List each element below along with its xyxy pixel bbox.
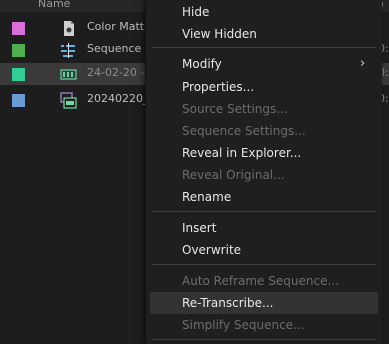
- menu-item-insert[interactable]: Insert: [150, 217, 378, 239]
- video-clip-icon: [60, 92, 77, 109]
- menu-item-reveal-in-explorer[interactable]: Reveal in Explorer...: [150, 142, 378, 164]
- project-item-name: 20240220_: [87, 92, 149, 105]
- project-item-name: 24-02-20 -: [87, 66, 145, 79]
- menu-item-reveal-original[interactable]: Reveal Original...: [150, 164, 378, 186]
- menu-item-modify[interactable]: Modify ›: [150, 53, 378, 75]
- menu-separator: [152, 211, 376, 212]
- chevron-right-icon: ›: [360, 56, 366, 71]
- menu-item-re-transcribe[interactable]: Re-Transcribe...: [150, 292, 378, 314]
- project-item-name: Color Matte: [87, 20, 151, 33]
- label-color-swatch[interactable]: [12, 94, 25, 107]
- label-color-swatch[interactable]: [12, 68, 25, 81]
- sequence-icon: [60, 42, 77, 59]
- color-matte-icon: [60, 20, 77, 37]
- menu-separator: [152, 264, 376, 265]
- project-item-name: Sequence 0: [87, 42, 152, 55]
- menu-item-auto-reframe-sequence[interactable]: Auto Reframe Sequence...: [150, 270, 378, 292]
- sequence-icon: [60, 66, 77, 83]
- name-column-header[interactable]: Name: [38, 0, 70, 10]
- label-color-swatch[interactable]: [12, 22, 25, 35]
- menu-item-rename[interactable]: Rename: [150, 186, 378, 208]
- menu-item-view-hidden[interactable]: View Hidden: [150, 23, 378, 45]
- menu-item-overwrite[interactable]: Overwrite: [150, 239, 378, 261]
- label-color-swatch[interactable]: [12, 44, 25, 57]
- context-menu: Hide View Hidden Modify › Properties... S…: [145, 0, 382, 344]
- menu-item-sequence-settings[interactable]: Sequence Settings...: [150, 120, 378, 142]
- menu-item-simplify-sequence[interactable]: Simplify Sequence...: [150, 314, 378, 336]
- menu-item-source-settings[interactable]: Source Settings...: [150, 98, 378, 120]
- menu-separator: [152, 339, 376, 340]
- menu-item-hide[interactable]: Hide: [150, 1, 378, 23]
- menu-item-properties[interactable]: Properties...: [150, 76, 378, 98]
- menu-separator: [152, 47, 376, 48]
